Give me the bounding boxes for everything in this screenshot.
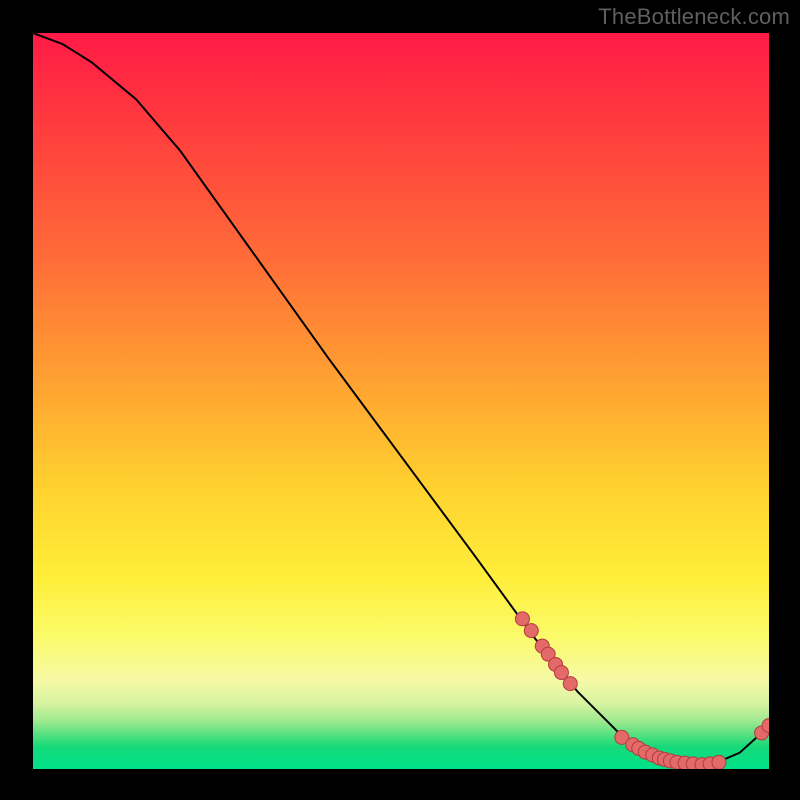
data-point [712, 755, 726, 769]
bottleneck-curve-line [33, 33, 769, 765]
watermark-text: TheBottleneck.com [598, 4, 790, 30]
chart-frame: TheBottleneck.com [0, 0, 800, 800]
data-point-markers [515, 612, 769, 769]
chart-overlay-svg [33, 33, 769, 769]
data-point [515, 612, 529, 626]
data-point [524, 624, 538, 638]
data-point [563, 677, 577, 691]
